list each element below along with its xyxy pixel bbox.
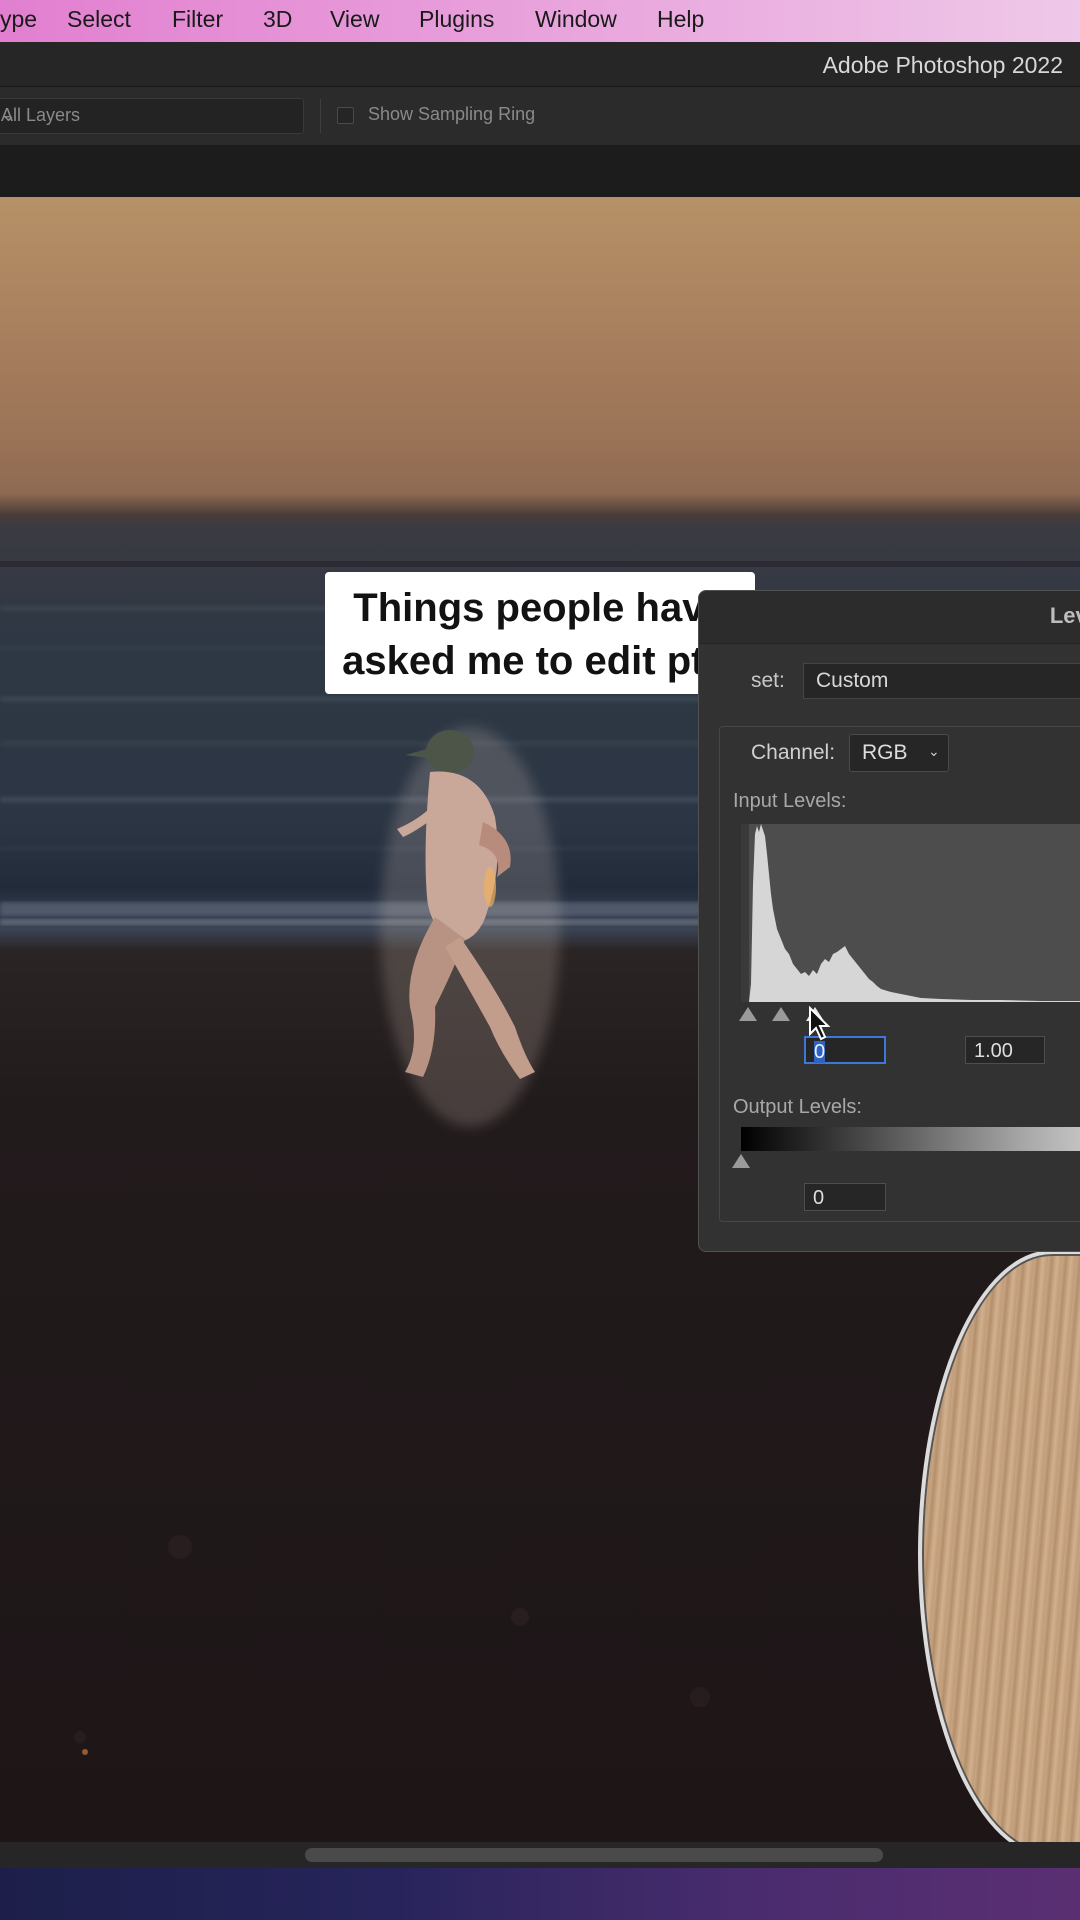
channel-label: Channel: [751,741,836,764]
input-levels-label: Input Levels: [733,790,847,812]
menu-bar: ype Select Filter 3D View Plugins Window… [0,0,1080,42]
preset-select[interactable]: Custom [803,663,1080,699]
app-titlebar: Adobe Photoshop 2022 [0,42,1080,87]
preset-label: set: [751,669,785,692]
sample-layers-select[interactable]: All Layers ⌄ [0,98,304,134]
menu-item-3d[interactable]: 3D [263,6,292,33]
channel-select[interactable]: RGB ⌄ [849,734,949,772]
chevron-down-icon: ⌄ [928,743,940,759]
black-point-handle[interactable] [739,1007,757,1021]
caption-line-1: Things people have [353,586,727,630]
show-sampling-ring-checkbox[interactable] [337,107,354,124]
caption-line-2: asked me to edit pt 7 [342,639,738,683]
menu-item-window[interactable]: Window [535,6,617,33]
toolbar-divider [320,99,321,133]
input-levels-slider[interactable] [739,1007,1080,1029]
histogram-plot [741,824,1080,1002]
output-black-value: 0 [813,1187,825,1209]
output-black-field[interactable]: 0 [804,1183,886,1211]
horizontal-scrollbar[interactable] [0,1842,1080,1868]
arrow-pointer-icon [808,1005,834,1047]
video-caption: Things people have asked me to edit pt 7 [325,572,755,694]
output-black-handle[interactable] [732,1154,750,1168]
gamma-handle[interactable] [772,1007,790,1021]
dialog-titlebar[interactable] [699,591,1080,644]
menu-item-type[interactable]: ype [0,6,37,33]
desktop-background [0,1868,1080,1920]
preset-value: Custom [816,669,889,692]
options-bar: All Layers ⌄ Show Sampling Ring [0,87,1080,146]
menu-item-select[interactable]: Select [67,6,131,33]
scrollbar-thumb[interactable] [305,1848,883,1862]
levels-dialog: Leve set: Custom Channel: RGB ⌄ Input Le… [698,590,1080,1252]
chevron-down-icon: ⌄ [1,105,17,125]
output-levels-label: Output Levels: [733,1096,862,1118]
output-levels-gradient [741,1127,1080,1151]
channel-value: RGB [862,741,908,764]
menu-item-plugins[interactable]: Plugins [419,6,494,33]
menu-item-help[interactable]: Help [657,6,704,33]
histogram [741,824,1080,1002]
input-gamma-field[interactable]: 1.00 [965,1036,1045,1064]
input-gamma-value: 1.00 [974,1040,1013,1062]
dialog-title: Leve [1049,603,1080,628]
document-tab-strip [0,146,1080,197]
menu-item-filter[interactable]: Filter [172,6,223,33]
menu-item-view[interactable]: View [330,6,379,33]
app-title: Adobe Photoshop 2022 [822,52,1063,78]
show-sampling-ring-label: Show Sampling Ring [368,104,536,124]
